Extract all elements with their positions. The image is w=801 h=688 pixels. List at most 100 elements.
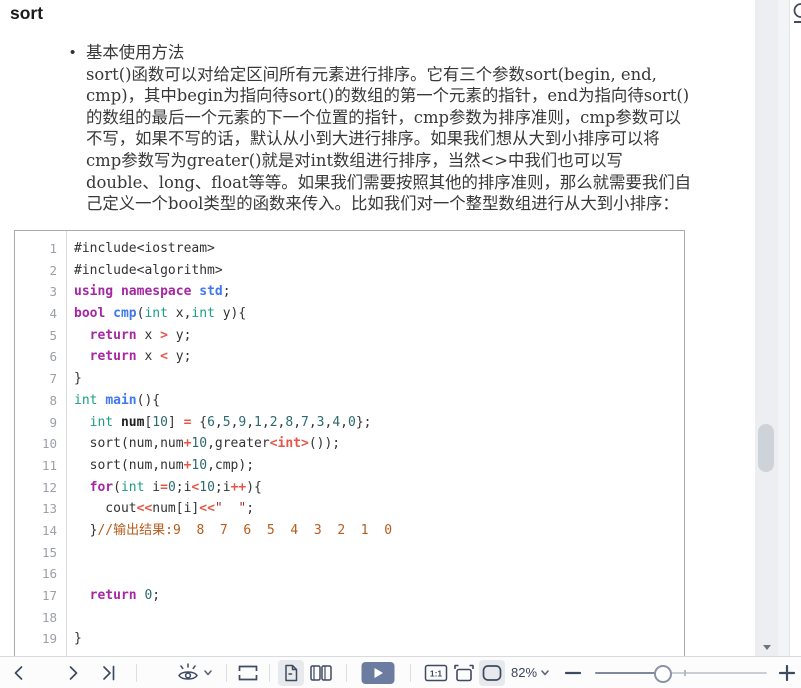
code-lines: 1 #include<iostream> 2 #include<algorithm> 3… <box>15 238 684 650</box>
line-number: 8 <box>49 392 57 408</box>
bottom-toolbar: 1:1 82% <box>0 656 801 688</box>
code-text: #include<iostream> <box>74 241 215 256</box>
clipped-corner-icon <box>793 3 801 23</box>
chevron-left-icon <box>14 665 23 680</box>
zoom-in-button[interactable] <box>777 660 797 686</box>
fit-page-button[interactable] <box>479 659 505 686</box>
code-line: 5 return x > y; <box>15 325 684 347</box>
code-text: int num[10] = {6,5,9,1,2,8,7,3,4,0}; <box>89 414 372 430</box>
slider-knob[interactable] <box>654 664 673 683</box>
line-number: 14 <box>41 522 57 538</box>
trim-margins-button[interactable] <box>235 660 261 686</box>
fit-width-button[interactable] <box>451 660 477 686</box>
code-text: }//输出结果:9 8 7 6 5 4 3 2 1 0 <box>74 522 393 538</box>
code-line: 19} <box>15 628 684 650</box>
code-text: return x > y; <box>89 327 192 343</box>
code-line: 7} <box>15 368 684 390</box>
chevron-down-icon <box>204 669 212 675</box>
toolbar-separator <box>136 663 137 682</box>
code-line: 18 <box>15 607 684 629</box>
toolbar-separator <box>269 663 270 682</box>
reader-window: sort • 基本使用方法 sort()函数可以对给定区间所有元素进行排序。它有… <box>0 0 801 688</box>
zoom-slider[interactable] <box>595 663 768 683</box>
line-number: 17 <box>41 588 57 603</box>
code-line: 3 using namespace std; <box>15 281 684 303</box>
single-page-view-button[interactable] <box>278 659 304 686</box>
right-margin-strip <box>778 0 789 657</box>
vertical-scrollbar[interactable] <box>755 0 778 657</box>
code-line: 13 cout<<num[i]<<" "; <box>15 498 684 520</box>
line-number: 2 <box>49 262 57 278</box>
presentation-mode-button[interactable] <box>359 660 397 686</box>
code-text: cout<<num[i]<<" "; <box>74 501 255 517</box>
previous-page-button[interactable] <box>6 660 32 686</box>
appearance-button[interactable] <box>177 660 212 686</box>
zoom-out-button[interactable] <box>563 660 583 686</box>
code-line: 1 #include<iostream> <box>15 238 684 260</box>
chevron-right-icon <box>69 665 78 680</box>
line-number: 9 <box>49 414 57 430</box>
toolbar-separator <box>410 663 411 682</box>
list-item: 基本使用方法 sort()函数可以对给定区间所有元素进行排序。它有三个参数sor… <box>86 42 695 215</box>
code-line: 15 <box>15 542 684 564</box>
code-line: 17 return 0; <box>15 585 684 607</box>
toolbar-separator <box>226 663 227 682</box>
scrollbar-thumb[interactable] <box>758 424 774 472</box>
code-text: } <box>74 371 82 387</box>
play-icon <box>361 661 395 684</box>
fit-width-icon <box>454 664 474 681</box>
paragraph: sort()函数可以对给定区间所有元素进行排序。它有三个参数sort(begin… <box>86 64 691 214</box>
actual-size-button[interactable]: 1:1 <box>423 660 449 686</box>
line-number: 15 <box>41 544 57 560</box>
code-text: #include<algorithm> <box>74 262 223 278</box>
code-text: using namespace std; <box>74 284 231 300</box>
last-page-button[interactable] <box>96 660 122 686</box>
code-line: 11 sort(num,num+10,cmp); <box>15 455 684 477</box>
minus-icon <box>565 671 582 674</box>
page-title: sort <box>10 3 44 23</box>
list-item-heading: 基本使用方法 <box>86 43 185 62</box>
zoom-level-dropdown[interactable]: 82% <box>511 665 549 680</box>
facing-pages-view-button[interactable] <box>306 660 336 686</box>
trim-margins-icon <box>238 665 258 680</box>
next-page-button[interactable] <box>60 660 86 686</box>
slider-track-filled <box>595 671 663 674</box>
last-page-icon <box>103 665 115 680</box>
chevron-down-icon <box>541 669 549 675</box>
code-block: 1 #include<iostream> 2 #include<algorithm> 3… <box>14 230 685 662</box>
code-line: 9 int num[10] = {6,5,9,1,2,8,7,3,4,0}; <box>15 412 684 434</box>
code-text: sort(num,num+10,greater<int>()); <box>74 436 341 452</box>
code-text: } <box>74 631 82 647</box>
line-number: 5 <box>49 327 57 343</box>
code-line: 4 bool cmp(int x,int y){ <box>15 303 684 325</box>
line-number: 4 <box>49 306 57 322</box>
plus-icon <box>779 664 796 681</box>
line-number: 10 <box>41 436 57 452</box>
fit-page-icon <box>482 664 502 681</box>
slider-track <box>662 671 768 674</box>
line-number: 18 <box>41 609 57 625</box>
code-line: 14 }//输出结果:9 8 7 6 5 4 3 2 1 0 <box>15 520 684 542</box>
scrollbar-down-button[interactable] <box>755 640 778 654</box>
code-text: int main(){ <box>74 392 161 408</box>
line-number: 6 <box>49 349 57 365</box>
code-text: return x < y; <box>89 349 192 365</box>
code-line: 16 <box>15 563 684 585</box>
facing-pages-icon <box>310 664 332 681</box>
code-text: for(int i=0;i<10;i++){ <box>89 479 262 495</box>
code-line: 6 return x < y; <box>15 346 684 368</box>
code-line: 2 #include<algorithm> <box>15 260 684 282</box>
line-number: 13 <box>41 501 57 517</box>
line-number: 12 <box>41 479 57 495</box>
bullet-marker: • <box>70 44 76 61</box>
code-line: 12 for(int i=0;i<10;i++){ <box>15 477 684 499</box>
toolbar-separator <box>346 663 347 682</box>
code-text: bool cmp(int x,int y){ <box>74 306 247 322</box>
right-panel-divider <box>789 0 790 657</box>
line-number: 1 <box>49 241 57 256</box>
line-number: 19 <box>41 631 57 647</box>
code-text: sort(num,num+10,cmp); <box>74 457 255 473</box>
line-number: 11 <box>41 457 57 473</box>
